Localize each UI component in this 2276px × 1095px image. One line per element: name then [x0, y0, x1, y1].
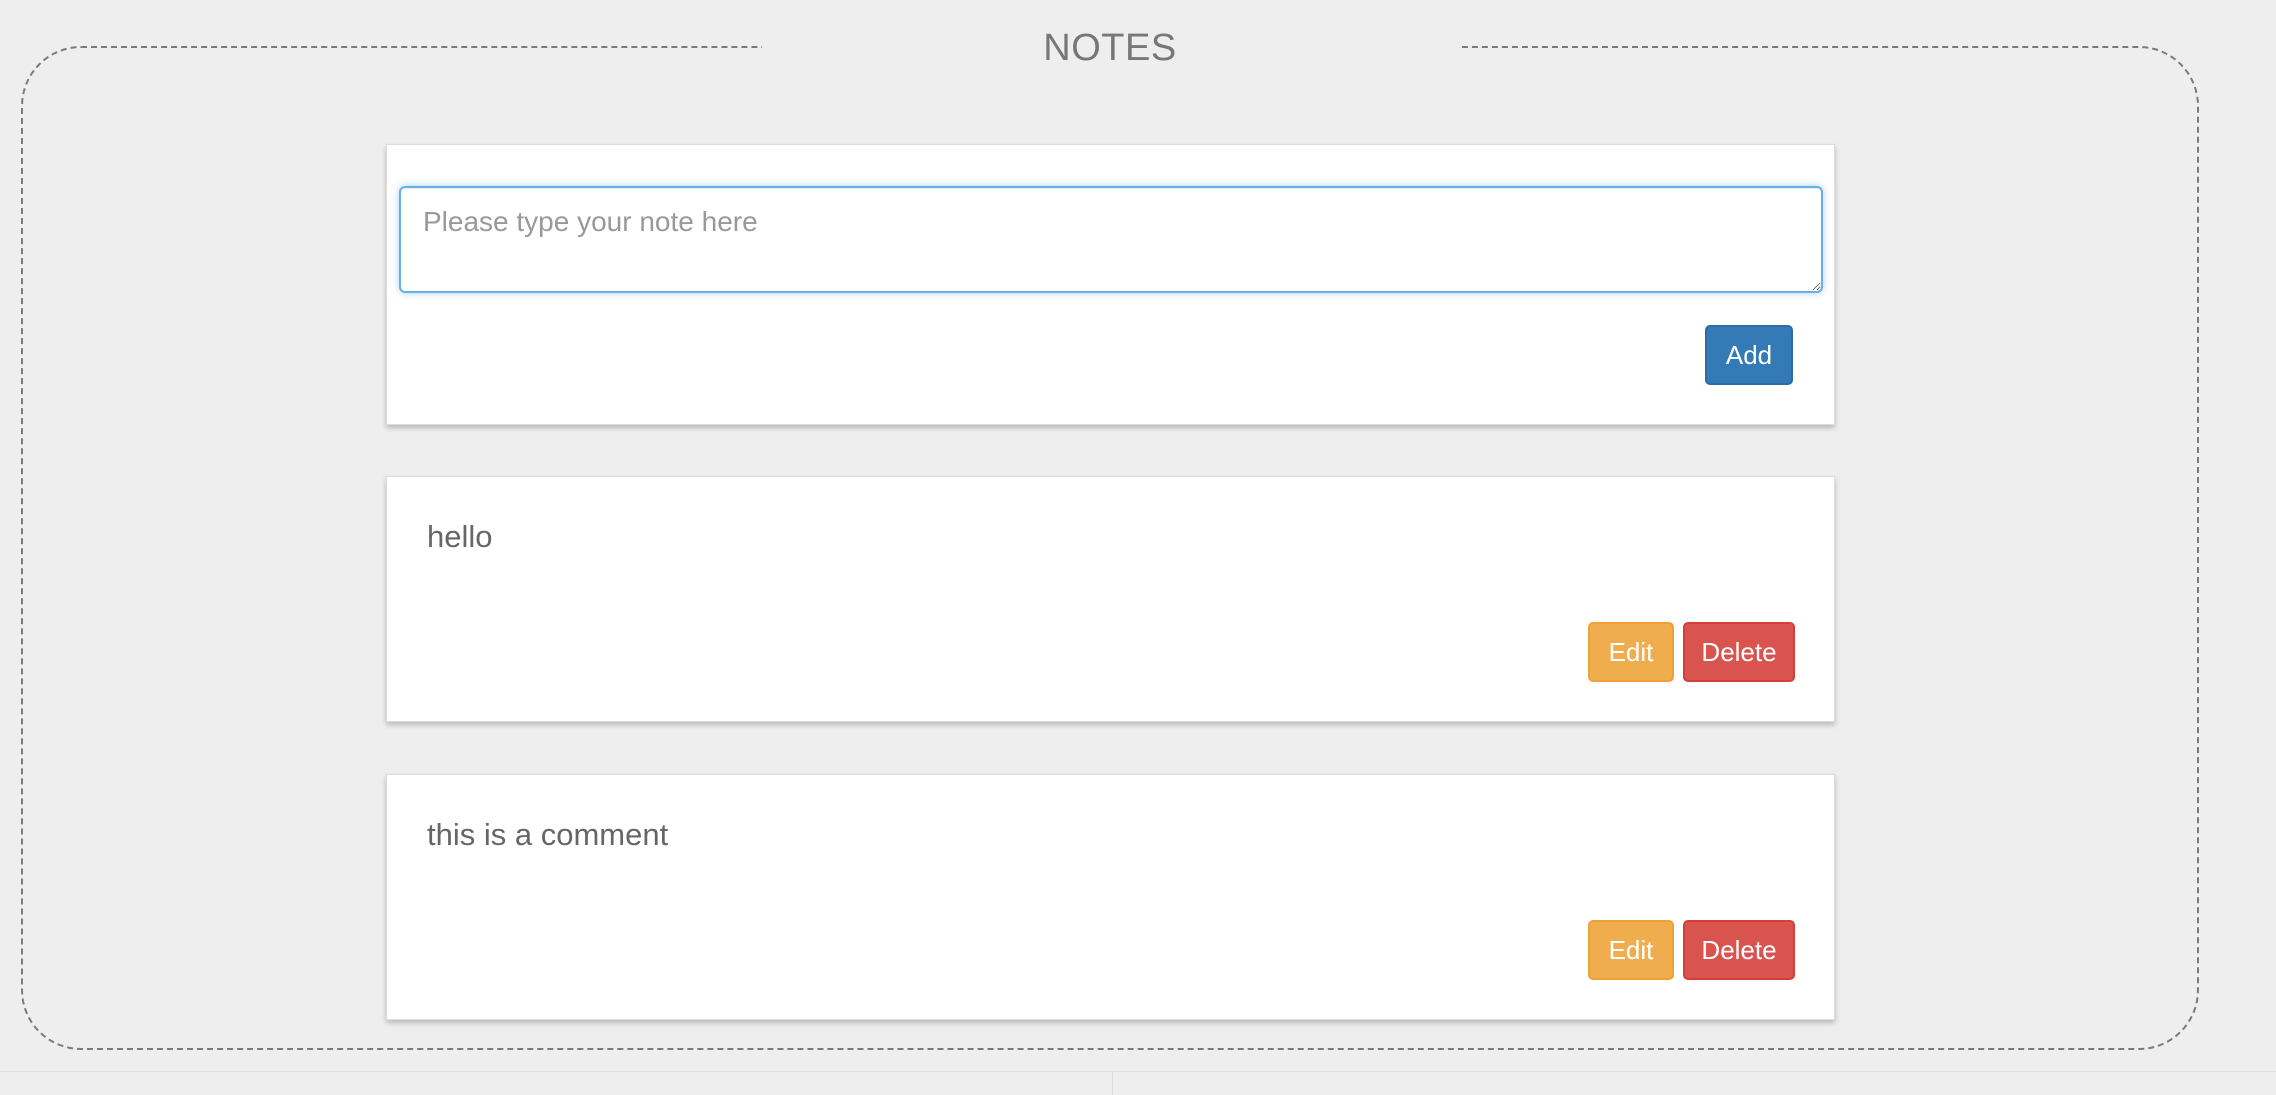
edit-note-button[interactable]: Edit [1588, 622, 1674, 682]
footer-divider [1112, 1072, 1113, 1095]
edit-note-button[interactable]: Edit [1588, 920, 1674, 980]
delete-note-button[interactable]: Delete [1683, 622, 1795, 682]
note-composer-card: Add [386, 144, 1835, 425]
note-card: hello Edit Delete [386, 476, 1835, 722]
note-text: hello [427, 519, 493, 554]
footer-bar [0, 1071, 2276, 1095]
add-note-button[interactable]: Add [1705, 325, 1793, 385]
note-card: this is a comment Edit Delete [386, 774, 1835, 1020]
note-input[interactable] [399, 186, 1823, 293]
note-text: this is a comment [427, 817, 669, 852]
page-title: NOTES [762, 20, 1458, 76]
delete-note-button[interactable]: Delete [1683, 920, 1795, 980]
